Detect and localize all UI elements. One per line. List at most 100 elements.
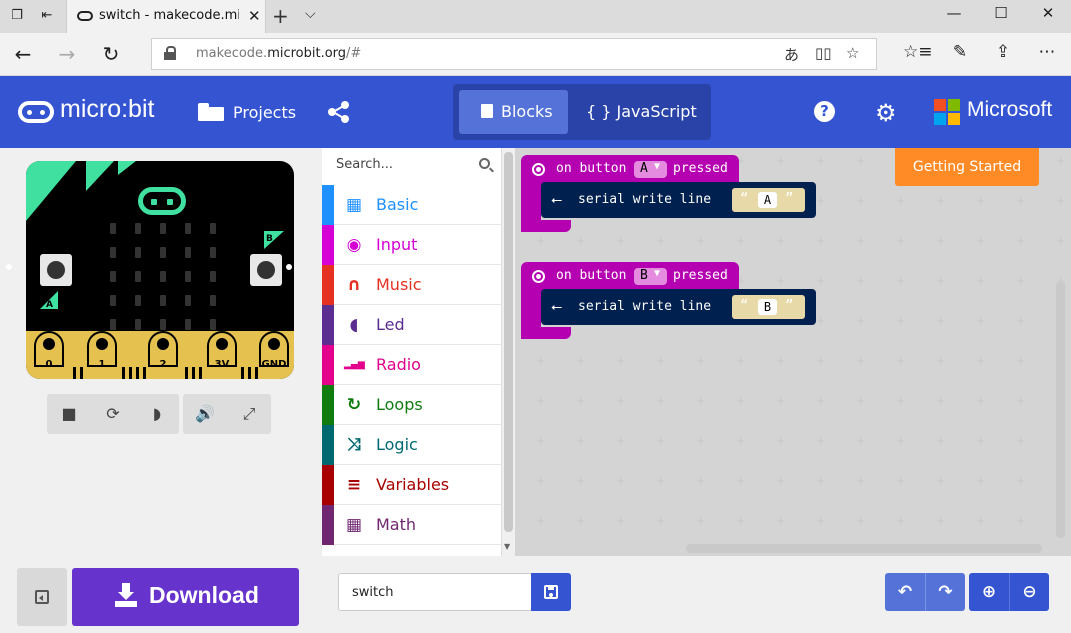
led[interactable] bbox=[160, 295, 166, 306]
toolbox-scrollbar[interactable]: ▼ bbox=[502, 148, 515, 556]
blocks-tab[interactable]: Blocks bbox=[459, 90, 568, 134]
zoom-in-button[interactable]: ⊕ bbox=[969, 573, 1009, 611]
led[interactable] bbox=[210, 247, 216, 258]
led[interactable] bbox=[160, 271, 166, 282]
back-arrow-icon[interactable]: ← bbox=[8, 41, 38, 67]
tab-manager-icon[interactable]: ❐ bbox=[6, 6, 28, 26]
toolbox-category-logic[interactable]: ⤨ Logic bbox=[322, 425, 502, 465]
save-button[interactable] bbox=[531, 573, 571, 611]
mute-icon[interactable]: 🔊 bbox=[183, 394, 227, 434]
led[interactable] bbox=[210, 295, 216, 306]
redo-button[interactable]: ↷ bbox=[925, 573, 965, 611]
led[interactable] bbox=[160, 319, 166, 330]
toolbox-category-music[interactable]: ∩ Music bbox=[322, 265, 502, 305]
toolbox-category-radio[interactable]: ▂▄▆ Radio bbox=[322, 345, 502, 385]
refresh-icon[interactable]: ↻ bbox=[96, 41, 126, 67]
close-tab-icon[interactable]: ✕ bbox=[248, 7, 261, 25]
grid-icon: ▦ bbox=[345, 195, 363, 215]
toolbox-search[interactable]: Search... bbox=[322, 148, 502, 184]
button-dropdown[interactable]: A ▼ bbox=[634, 161, 667, 178]
microsoft-logo-icon[interactable] bbox=[934, 99, 960, 125]
toolbox-category-loops[interactable]: ↻ Loops bbox=[322, 385, 502, 425]
led[interactable] bbox=[185, 319, 191, 330]
led[interactable] bbox=[110, 271, 116, 282]
stop-icon[interactable]: ■ bbox=[47, 394, 91, 434]
led[interactable] bbox=[185, 247, 191, 258]
category-label: Led bbox=[376, 315, 405, 334]
led[interactable] bbox=[160, 247, 166, 258]
led[interactable] bbox=[160, 223, 166, 234]
toolbox-category-input[interactable]: ◉ Input bbox=[322, 225, 502, 265]
led[interactable] bbox=[185, 223, 191, 234]
led[interactable] bbox=[210, 271, 216, 282]
led[interactable] bbox=[110, 223, 116, 234]
on-button-a-pressed-block[interactable]: on button A ▼ pressed bbox=[521, 155, 739, 185]
led[interactable] bbox=[185, 295, 191, 306]
projects-button[interactable]: Projects bbox=[233, 103, 296, 122]
toolbox-category-variables[interactable]: ≡ Variables bbox=[322, 465, 502, 505]
share-icon[interactable] bbox=[328, 101, 350, 123]
more-menu-icon[interactable]: ⋯ bbox=[1034, 42, 1060, 62]
workspace-horizontal-scrollbar[interactable] bbox=[686, 544, 1042, 553]
toolbox-category-math[interactable]: ▦ Math bbox=[322, 505, 502, 545]
zoom-out-button[interactable]: ⊖ bbox=[1009, 573, 1049, 611]
button-a[interactable] bbox=[40, 254, 72, 286]
led[interactable] bbox=[210, 319, 216, 330]
getting-started-button[interactable]: Getting Started bbox=[895, 148, 1039, 186]
puzzle-icon bbox=[481, 104, 493, 118]
led[interactable] bbox=[135, 247, 141, 258]
string-value[interactable]: “B” bbox=[732, 295, 805, 319]
reading-view-icon[interactable]: ▯▯ bbox=[815, 44, 832, 62]
share-page-icon[interactable]: ⇪ bbox=[990, 42, 1016, 62]
input-icon: ◉ bbox=[346, 235, 362, 255]
search-input[interactable]: Search... bbox=[336, 157, 393, 172]
microbit-favicon-icon bbox=[77, 11, 93, 21]
browser-tab[interactable]: switch - makecode.micr ✕ bbox=[66, 0, 266, 33]
button-dropdown[interactable]: B ▼ bbox=[634, 268, 667, 285]
serial-write-line-block[interactable]: ⭠ serial write line “B” bbox=[541, 289, 816, 325]
favorite-star-icon[interactable]: ☆ bbox=[846, 44, 859, 62]
led[interactable] bbox=[135, 319, 141, 330]
slow-motion-icon[interactable]: ◗ bbox=[135, 394, 179, 434]
pen-icon[interactable]: ✎ bbox=[947, 42, 973, 62]
string-value[interactable]: “A” bbox=[732, 188, 805, 212]
led[interactable] bbox=[135, 271, 141, 282]
maximize-icon[interactable]: ☐ bbox=[978, 4, 1024, 22]
url-field[interactable]: makecode.microbit.org/# あ ▯▯ ☆ bbox=[151, 38, 877, 70]
button-b[interactable] bbox=[250, 254, 282, 286]
tab-preview-chevron-icon[interactable]: ⌵ bbox=[305, 6, 316, 22]
led[interactable] bbox=[110, 295, 116, 306]
new-tab-icon[interactable]: + bbox=[272, 4, 289, 28]
on-button-b-pressed-block[interactable]: on button B ▼ pressed bbox=[521, 262, 739, 292]
folder-icon[interactable] bbox=[198, 103, 224, 121]
led[interactable] bbox=[135, 295, 141, 306]
undo-button[interactable]: ↶ bbox=[885, 573, 925, 611]
window-close-icon[interactable]: ✕ bbox=[1025, 4, 1071, 22]
toolbox-category-led[interactable]: ◖ Led bbox=[322, 305, 502, 345]
search-icon[interactable] bbox=[479, 158, 490, 169]
workspace-vertical-scrollbar[interactable] bbox=[1056, 282, 1065, 538]
download-button[interactable]: Download bbox=[72, 568, 299, 626]
set-aside-tabs-icon[interactable]: ⇤ bbox=[36, 6, 58, 26]
led[interactable] bbox=[110, 247, 116, 258]
led[interactable] bbox=[185, 271, 191, 282]
minimize-icon[interactable]: — bbox=[931, 4, 977, 22]
gear-icon[interactable]: ⚙ bbox=[875, 99, 897, 127]
led[interactable] bbox=[135, 223, 141, 234]
fullscreen-icon[interactable]: ⤢ bbox=[227, 394, 271, 434]
category-label: Radio bbox=[376, 355, 421, 374]
toolbox-category-basic[interactable]: ▦ Basic bbox=[322, 185, 502, 225]
forward-arrow-icon[interactable]: → bbox=[52, 41, 82, 67]
collapse-simulator-button[interactable] bbox=[17, 568, 67, 626]
translate-icon[interactable]: あ bbox=[784, 44, 799, 65]
serial-write-line-block[interactable]: ⭠ serial write line “A” bbox=[541, 182, 816, 218]
favorites-list-icon[interactable]: ☆≡ bbox=[903, 42, 932, 62]
restart-icon[interactable]: ⟳ bbox=[91, 394, 135, 434]
led[interactable] bbox=[210, 223, 216, 234]
project-name-input[interactable] bbox=[338, 573, 532, 611]
help-icon[interactable]: ? bbox=[814, 101, 835, 122]
led[interactable] bbox=[110, 319, 116, 330]
javascript-tab[interactable]: { } JavaScript bbox=[586, 102, 697, 121]
toggle-icon: ◖ bbox=[349, 315, 359, 335]
microsoft-label[interactable]: Microsoft bbox=[967, 98, 1052, 122]
